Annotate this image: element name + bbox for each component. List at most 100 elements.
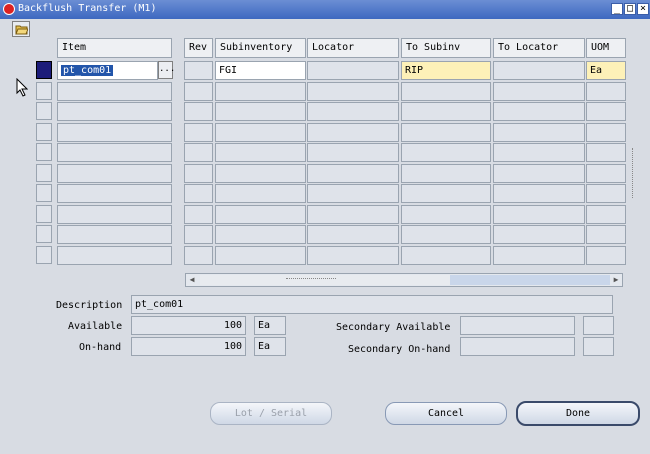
empty-row-to-locator-field[interactable] — [493, 123, 585, 142]
empty-row-to-locator-field[interactable] — [493, 184, 585, 203]
empty-row-rev-field[interactable] — [184, 143, 213, 162]
empty-row-item-field[interactable] — [57, 205, 172, 224]
empty-row-to-subinv-field[interactable] — [401, 123, 491, 142]
empty-row-subinventory-field[interactable] — [215, 102, 306, 121]
list-of-values-button[interactable]: ... — [158, 61, 175, 79]
record-selector[interactable] — [36, 225, 52, 243]
record-selector[interactable] — [36, 164, 52, 182]
empty-row-locator-field[interactable] — [307, 184, 399, 203]
record-selector[interactable] — [36, 205, 52, 223]
secondary-available-uom-field[interactable] — [583, 316, 614, 335]
empty-row-rev-field[interactable] — [184, 225, 213, 244]
empty-row-item-field[interactable] — [57, 82, 172, 101]
empty-row-item-field[interactable] — [57, 184, 172, 203]
empty-row-uom-field[interactable] — [586, 184, 626, 203]
empty-row-subinventory-field[interactable] — [215, 246, 306, 265]
empty-row-to-locator-field[interactable] — [493, 164, 585, 183]
row-1-uom-field[interactable]: Ea — [586, 61, 626, 80]
onhand-field[interactable]: 100 — [131, 337, 246, 356]
scroll-track[interactable] — [450, 275, 610, 285]
empty-row-uom-field[interactable] — [586, 82, 626, 101]
empty-row-to-locator-field[interactable] — [493, 225, 585, 244]
row-1-to-locator-field[interactable] — [493, 61, 585, 80]
record-selector[interactable] — [36, 143, 52, 161]
onhand-uom-field[interactable]: Ea — [254, 337, 286, 356]
empty-row-subinventory-field[interactable] — [215, 184, 306, 203]
empty-row-to-subinv-field[interactable] — [401, 164, 491, 183]
close-icon[interactable]: × — [637, 3, 649, 15]
empty-row-locator-field[interactable] — [307, 246, 399, 265]
secondary-onhand-uom-field[interactable] — [583, 337, 614, 356]
row-1-to-subinv-field[interactable]: RIP — [401, 61, 491, 80]
empty-row-rev-field[interactable] — [184, 246, 213, 265]
empty-row-item-field[interactable] — [57, 143, 172, 162]
empty-row-item-field[interactable] — [57, 225, 172, 244]
empty-row-locator-field[interactable] — [307, 82, 399, 101]
empty-row-uom-field[interactable] — [586, 205, 626, 224]
empty-row-rev-field[interactable] — [184, 164, 213, 183]
empty-row-to-subinv-field[interactable] — [401, 143, 491, 162]
empty-row-uom-field[interactable] — [586, 102, 626, 121]
empty-row-to-subinv-field[interactable] — [401, 184, 491, 203]
empty-row-subinventory-field[interactable] — [215, 82, 306, 101]
empty-row-locator-field[interactable] — [307, 164, 399, 183]
empty-row-subinventory-field[interactable] — [215, 143, 306, 162]
empty-row-to-subinv-field[interactable] — [401, 102, 491, 121]
folder-open-icon[interactable] — [12, 21, 30, 37]
empty-row-to-locator-field[interactable] — [493, 246, 585, 265]
empty-row-locator-field[interactable] — [307, 143, 399, 162]
empty-row-to-locator-field[interactable] — [493, 143, 585, 162]
empty-row-rev-field[interactable] — [184, 205, 213, 224]
record-selector[interactable] — [36, 246, 52, 264]
maximize-icon[interactable]: □ — [624, 3, 636, 15]
empty-row-locator-field[interactable] — [307, 102, 399, 121]
scroll-right-icon[interactable]: ▶ — [610, 274, 622, 286]
empty-row-rev-field[interactable] — [184, 123, 213, 142]
record-selector[interactable] — [36, 123, 52, 141]
empty-row-locator-field[interactable] — [307, 123, 399, 142]
empty-row-uom-field[interactable] — [586, 143, 626, 162]
available-field[interactable]: 100 — [131, 316, 246, 335]
empty-row-locator-field[interactable] — [307, 205, 399, 224]
empty-row-to-subinv-field[interactable] — [401, 82, 491, 101]
empty-row-item-field[interactable] — [57, 246, 172, 265]
empty-row-to-locator-field[interactable] — [493, 205, 585, 224]
empty-row-uom-field[interactable] — [586, 225, 626, 244]
empty-row-rev-field[interactable] — [184, 184, 213, 203]
empty-row-rev-field[interactable] — [184, 102, 213, 121]
empty-row-subinventory-field[interactable] — [215, 225, 306, 244]
record-selector[interactable] — [36, 102, 52, 120]
horizontal-scrollbar[interactable]: ◀ ▶ — [185, 273, 623, 287]
scroll-left-icon[interactable]: ◀ — [186, 274, 198, 286]
secondary-onhand-field[interactable] — [460, 337, 575, 356]
available-uom-field[interactable]: Ea — [254, 316, 286, 335]
lot-serial-button[interactable]: Lot / Serial — [210, 402, 332, 425]
record-selector[interactable] — [36, 184, 52, 202]
empty-row-item-field[interactable] — [57, 164, 172, 183]
row-1-locator-field[interactable] — [307, 61, 399, 80]
secondary-available-field[interactable] — [460, 316, 575, 335]
minimize-icon[interactable]: _ — [611, 3, 623, 15]
empty-row-subinventory-field[interactable] — [215, 205, 306, 224]
description-field[interactable]: pt_com01 — [131, 295, 613, 314]
empty-row-item-field[interactable] — [57, 123, 172, 142]
empty-row-uom-field[interactable] — [586, 164, 626, 183]
cancel-button[interactable]: Cancel — [385, 402, 507, 425]
empty-row-to-locator-field[interactable] — [493, 82, 585, 101]
row-1-subinventory-field[interactable]: FGI — [215, 61, 306, 80]
empty-row-uom-field[interactable] — [586, 246, 626, 265]
vertical-scrollbar[interactable] — [629, 38, 641, 282]
row-1-rev-field[interactable] — [184, 61, 213, 80]
empty-row-to-subinv-field[interactable] — [401, 205, 491, 224]
record-selector[interactable] — [36, 82, 52, 100]
empty-row-item-field[interactable] — [57, 102, 172, 121]
empty-row-locator-field[interactable] — [307, 225, 399, 244]
empty-row-subinventory-field[interactable] — [215, 164, 306, 183]
empty-row-to-subinv-field[interactable] — [401, 225, 491, 244]
empty-row-subinventory-field[interactable] — [215, 123, 306, 142]
record-selector[interactable] — [36, 61, 52, 79]
done-button[interactable]: Done — [516, 401, 640, 426]
empty-row-rev-field[interactable] — [184, 82, 213, 101]
empty-row-to-locator-field[interactable] — [493, 102, 585, 121]
empty-row-to-subinv-field[interactable] — [401, 246, 491, 265]
